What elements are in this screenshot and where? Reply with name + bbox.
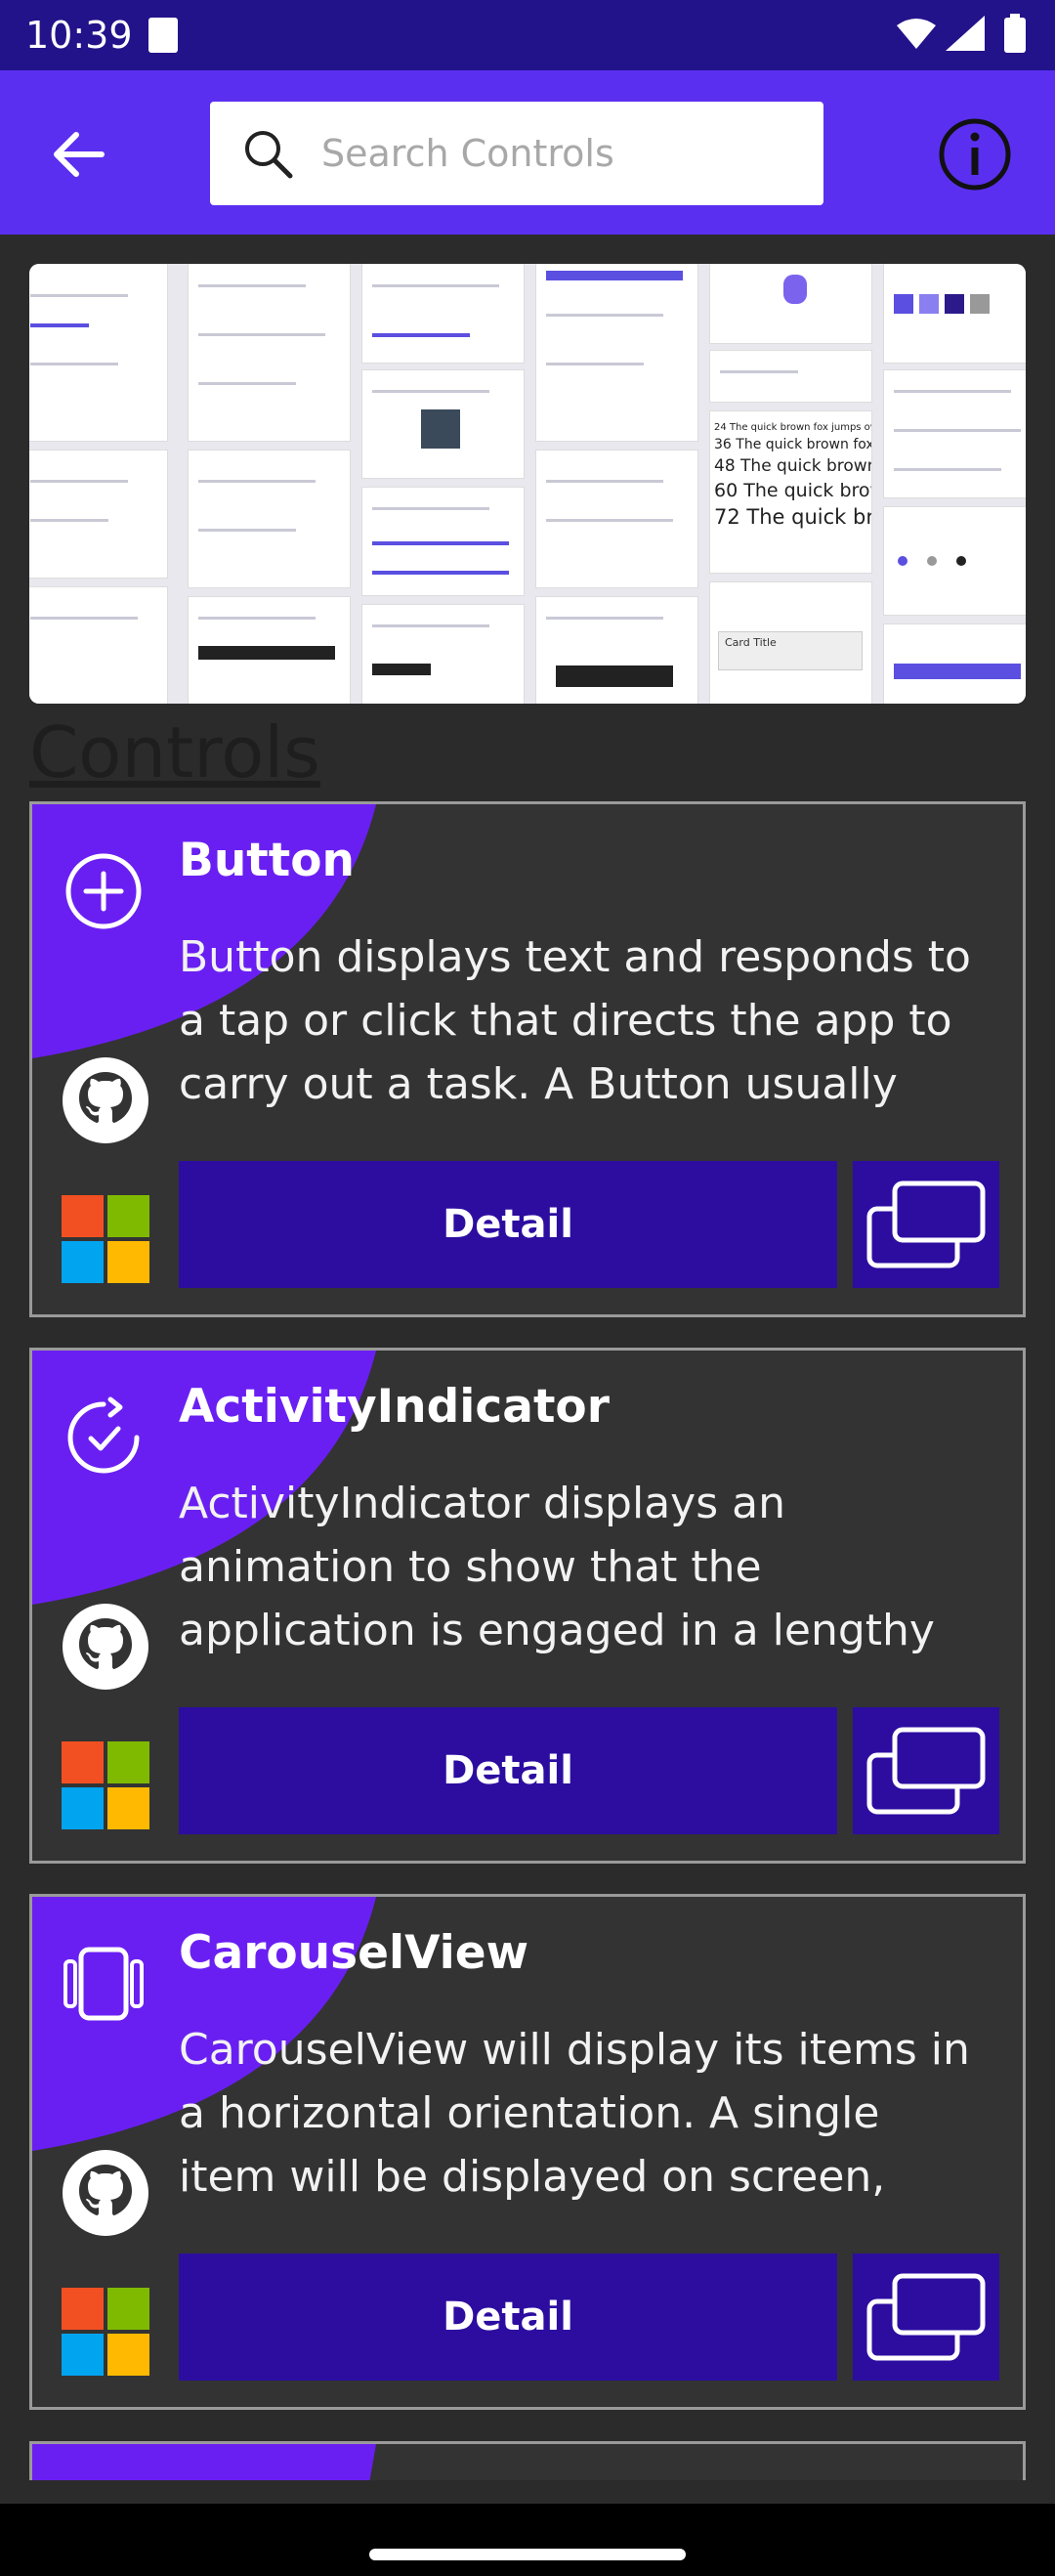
control-card-carouselview: CarouselView CarouselView will display i… bbox=[29, 1894, 1026, 2410]
new-window-button[interactable] bbox=[853, 1707, 999, 1834]
check-circle-icon bbox=[67, 1396, 140, 1474]
sample-text-24: 24 The quick brown fox jumps over the la… bbox=[714, 422, 871, 433]
new-window-icon bbox=[866, 2273, 986, 2361]
card-description: CarouselView will display its items in a… bbox=[179, 2025, 970, 2202]
signal-icon bbox=[946, 16, 985, 51]
page-title: Controls bbox=[29, 713, 320, 792]
new-window-button[interactable] bbox=[853, 1161, 999, 1288]
microsoft-logo-icon[interactable] bbox=[62, 1195, 149, 1283]
carousel-icon bbox=[63, 1947, 144, 2021]
github-icon[interactable] bbox=[62, 1603, 149, 1691]
control-card-activityindicator: ActivityIndicator ActivityIndicator disp… bbox=[29, 1348, 1026, 1864]
app-bar bbox=[0, 70, 1055, 235]
new-window-button[interactable] bbox=[853, 2254, 999, 2381]
sample-text-60: 60 The quick brown bbox=[714, 480, 871, 501]
detail-button[interactable]: Detail bbox=[179, 1161, 837, 1288]
detail-button[interactable]: Detail bbox=[179, 1707, 837, 1834]
search-icon bbox=[245, 131, 293, 179]
sample-text-72: 72 The quick brow bbox=[714, 505, 872, 529]
new-window-icon bbox=[866, 1727, 986, 1815]
info-icon[interactable] bbox=[936, 115, 1014, 193]
search-box[interactable] bbox=[210, 102, 823, 205]
plus-circle-icon bbox=[65, 853, 142, 929]
home-gesture-handle[interactable] bbox=[369, 2549, 686, 2560]
card-title-sample: Card Title bbox=[718, 631, 863, 670]
back-arrow-icon[interactable] bbox=[43, 117, 117, 192]
card-title: ActivityIndicator bbox=[179, 1380, 610, 1434]
control-card-button: Button Button displays text and responds… bbox=[29, 801, 1026, 1317]
control-card-partial bbox=[29, 2441, 1026, 2480]
github-icon[interactable] bbox=[62, 2149, 149, 2237]
detail-button[interactable]: Detail bbox=[179, 2254, 837, 2381]
card-title: CarouselView bbox=[179, 1926, 529, 1980]
new-window-icon bbox=[866, 1181, 986, 1268]
status-time: 10:39 bbox=[25, 14, 133, 57]
microsoft-logo-icon[interactable] bbox=[62, 2288, 149, 2376]
status-bar: 10:39 bbox=[0, 0, 1055, 70]
sd-card-icon bbox=[148, 18, 178, 53]
card-title: Button bbox=[179, 834, 355, 887]
card-description: Button displays text and responds to a t… bbox=[179, 932, 971, 1109]
card-description: ActivityIndicator displays an animation … bbox=[179, 1479, 935, 1655]
wifi-icon bbox=[897, 19, 936, 49]
card-accent-wedge bbox=[32, 2444, 376, 2480]
battery-icon bbox=[1004, 18, 1026, 53]
search-input[interactable] bbox=[319, 123, 802, 184]
microsoft-logo-icon[interactable] bbox=[62, 1741, 149, 1829]
github-icon[interactable] bbox=[62, 1056, 149, 1144]
sample-text-36: 36 The quick brown fox jumps over bbox=[714, 437, 872, 452]
status-icons bbox=[897, 14, 1026, 53]
system-navigation-bar bbox=[0, 2504, 1055, 2576]
controls-collage-image: 24 The quick brown fox jumps over the la… bbox=[29, 264, 1026, 704]
sample-text-48: 48 The quick brown fox ju bbox=[714, 456, 871, 476]
